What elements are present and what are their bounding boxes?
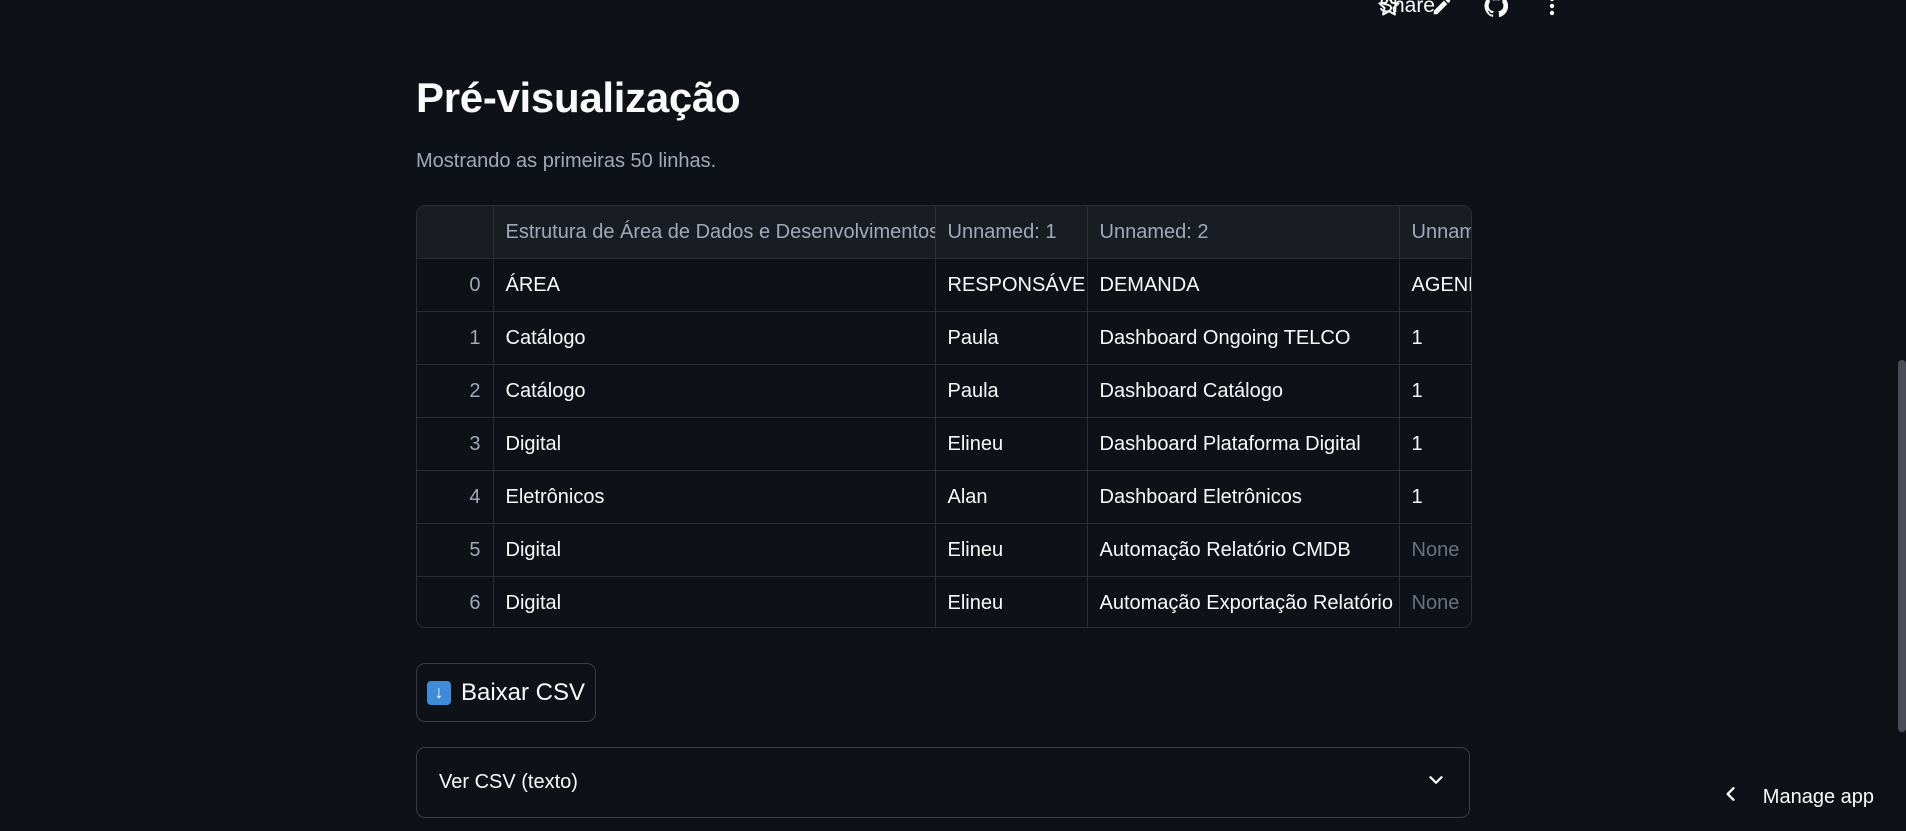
column-header[interactable]: Unnamed: 2 (1087, 206, 1400, 259)
table-cell[interactable]: Digital (493, 523, 936, 577)
table-cell[interactable]: Elineu (935, 576, 1088, 627)
table-cell[interactable]: Paula (935, 311, 1088, 365)
chevron-down-icon (1425, 769, 1447, 796)
preview-caption: Mostrando as primeiras 50 linhas. (416, 150, 717, 172)
row-index: 6 (417, 576, 494, 627)
column-header-index[interactable] (417, 206, 494, 259)
table-row: 6 Digital Elineu Automação Exportação Re… (417, 576, 1471, 627)
table-cell[interactable]: Eletrônicos (493, 470, 936, 524)
download-csv-label: Baixar CSV (460, 678, 586, 706)
column-header[interactable]: Estrutura de Área de Dados e Desenvolvim… (493, 206, 936, 259)
table-row: 2 Catálogo Paula Dashboard Catálogo 1 (417, 364, 1471, 418)
table-row: 0 ÁREA RESPONSÁVEL DEMANDA AGEND (417, 258, 1471, 312)
column-header[interactable]: Unnam (1399, 206, 1471, 259)
table-cell[interactable]: 1 (1399, 470, 1471, 524)
table-cell[interactable]: Dashboard Catálogo (1087, 364, 1400, 418)
table-cell[interactable]: Paula (935, 364, 1088, 418)
row-index: 1 (417, 311, 494, 365)
row-index: 0 (417, 258, 494, 312)
table-cell[interactable]: Digital (493, 417, 936, 471)
table-cell[interactable]: Dashboard Ongoing TELCO (1087, 311, 1400, 365)
table-cell[interactable]: None (1399, 576, 1471, 627)
table-cell[interactable]: ÁREA (493, 258, 936, 312)
download-csv-button[interactable]: ↓ Baixar CSV (416, 663, 596, 722)
table-cell[interactable]: AGEND (1399, 258, 1471, 312)
row-index: 5 (417, 523, 494, 577)
more-vertical-icon[interactable] (1538, 0, 1566, 20)
column-header[interactable]: Unnamed: 1 (935, 206, 1088, 259)
table-cell[interactable]: Dashboard Eletrônicos (1087, 470, 1400, 524)
table-cell[interactable]: Elineu (935, 417, 1088, 471)
pencil-icon[interactable] (1428, 0, 1456, 20)
table-row: 3 Digital Elineu Dashboard Plataforma Di… (417, 417, 1471, 471)
table-cell[interactable]: 1 (1399, 364, 1471, 418)
dataframe-table[interactable]: Estrutura de Área de Dados e Desenvolvim… (416, 205, 1472, 628)
csv-text-expander[interactable]: Ver CSV (texto) (416, 747, 1470, 818)
table-cell[interactable]: None (1399, 523, 1471, 577)
table-cell[interactable]: Dashboard Plataforma Digital (1087, 417, 1400, 471)
table-row: 4 Eletrônicos Alan Dashboard Eletrônicos… (417, 470, 1471, 524)
page-title: Pré-visualização (416, 74, 741, 121)
table-cell[interactable]: DEMANDA (1087, 258, 1400, 312)
table-cell[interactable]: Catálogo (493, 364, 936, 418)
table-header-row: Estrutura de Área de Dados e Desenvolvim… (417, 206, 1471, 259)
row-index: 2 (417, 364, 494, 418)
expander-label: Ver CSV (texto) (439, 771, 578, 793)
table-cell[interactable]: Digital (493, 576, 936, 627)
table-cell[interactable]: 1 (1399, 417, 1471, 471)
table-cell[interactable]: Alan (935, 470, 1088, 524)
manage-app-button[interactable]: Manage app (1721, 784, 1874, 810)
table-cell[interactable]: Catálogo (493, 311, 936, 365)
table-row: 1 Catálogo Paula Dashboard Ongoing TELCO… (417, 311, 1471, 365)
github-icon[interactable] (1482, 0, 1510, 20)
manage-app-label: Manage app (1762, 785, 1874, 808)
table-cell[interactable]: Automação Exportação Relatório (1087, 576, 1400, 627)
star-icon[interactable] (1375, 0, 1403, 20)
table-cell[interactable]: 1 (1399, 311, 1471, 365)
table-row: 5 Digital Elineu Automação Relatório CMD… (417, 523, 1471, 577)
row-index: 3 (417, 417, 494, 471)
download-arrow-icon: ↓ (426, 680, 451, 705)
table-cell[interactable]: Automação Relatório CMDB (1087, 523, 1400, 577)
table-cell[interactable]: RESPONSÁVEL (935, 258, 1088, 312)
table-cell[interactable]: Elineu (935, 523, 1088, 577)
row-index: 4 (417, 470, 494, 524)
chevron-left-icon (1721, 784, 1741, 810)
page-scrollbar[interactable] (1898, 360, 1906, 732)
